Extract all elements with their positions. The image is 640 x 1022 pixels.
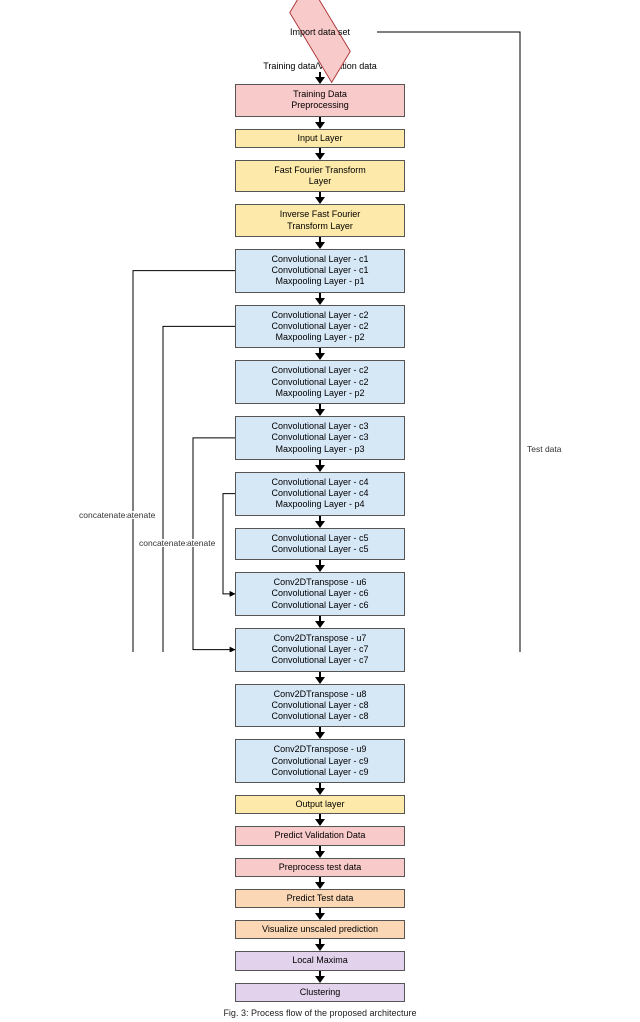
block-line: Convolutional Layer - c8 xyxy=(242,700,398,711)
block-line: Convolutional Layer - c7 xyxy=(242,655,398,666)
arrow-down-icon xyxy=(314,971,326,983)
arrow-down-icon xyxy=(314,237,326,249)
block-line: Conv2DTranspose - u6 xyxy=(242,577,398,588)
block-line: Convolutional Layer - c8 xyxy=(242,711,398,722)
arrow-down-icon xyxy=(314,348,326,360)
block-line: Convolutional Layer - c3 xyxy=(242,432,398,443)
block-pretest: Preprocess test data xyxy=(235,858,405,877)
arrow-down-icon xyxy=(314,148,326,160)
block-c2b: Convolutional Layer - c2Convolutional La… xyxy=(235,360,405,404)
import-label: Import data set xyxy=(290,27,350,37)
arrow-down-icon xyxy=(314,814,326,826)
block-line: Convolutional Layer - c7 xyxy=(242,644,398,655)
arrow-down-icon xyxy=(314,293,326,305)
block-c1: Convolutional Layer - c1Convolutional La… xyxy=(235,249,405,293)
block-line: Convolutional Layer - c2 xyxy=(242,365,398,376)
block-c5: Convolutional Layer - c5Convolutional La… xyxy=(235,528,405,561)
block-line: Conv2DTranspose - u7 xyxy=(242,633,398,644)
block-u9: Conv2DTranspose - u9Convolutional Layer … xyxy=(235,739,405,783)
block-cluster: Clustering xyxy=(235,983,405,1002)
block-line: Local Maxima xyxy=(244,955,396,966)
block-line: Maxpooling Layer - p3 xyxy=(242,444,398,455)
block-line: Maxpooling Layer - p1 xyxy=(242,276,398,287)
block-line: Clustering xyxy=(244,987,396,998)
block-ifft: Inverse Fast FourierTransform Layer xyxy=(235,204,405,237)
block-line: Preprocessing xyxy=(242,100,398,111)
block-preproc: Training DataPreprocessing xyxy=(235,84,405,117)
block-line: Training Data xyxy=(242,89,398,100)
block-maxima: Local Maxima xyxy=(235,951,405,970)
block-input: Input Layer xyxy=(235,129,405,148)
block-line: Convolutional Layer - c2 xyxy=(242,321,398,332)
block-line: Convolutional Layer - c1 xyxy=(242,265,398,276)
block-line: Convolutional Layer - c6 xyxy=(242,600,398,611)
block-line: Maxpooling Layer - p2 xyxy=(242,332,398,343)
arrow-down-icon xyxy=(314,117,326,129)
figure-caption: Fig. 3: Process flow of the proposed arc… xyxy=(223,1008,416,1018)
block-line: Convolutional Layer - c5 xyxy=(242,544,398,555)
test-data-label: Test data xyxy=(526,445,563,454)
block-line: Convolutional Layer - c9 xyxy=(242,767,398,778)
concatenate-label: concatenate xyxy=(78,511,126,520)
block-line: Fast Fourier Transform xyxy=(242,165,398,176)
block-line: Input Layer xyxy=(244,133,396,144)
block-line: Convolutional Layer - c4 xyxy=(242,477,398,488)
block-u6: Conv2DTranspose - u6Convolutional Layer … xyxy=(235,572,405,616)
block-line: Inverse Fast Fourier xyxy=(242,209,398,220)
block-line: Maxpooling Layer - p4 xyxy=(242,499,398,510)
arrow-down-icon xyxy=(314,783,326,795)
block-predval: Predict Validation Data xyxy=(235,826,405,845)
arrow-down-icon xyxy=(314,846,326,858)
concatenate-label: concatenate xyxy=(138,539,186,548)
block-c4: Convolutional Layer - c4Convolutional La… xyxy=(235,472,405,516)
block-line: Conv2DTranspose - u8 xyxy=(242,689,398,700)
block-line: Visualize unscaled prediction xyxy=(244,924,396,935)
arrow-down-icon xyxy=(314,939,326,951)
block-output: Output layer xyxy=(235,795,405,814)
arrow-down-icon xyxy=(314,460,326,472)
block-line: Convolutional Layer - c9 xyxy=(242,756,398,767)
block-u7: Conv2DTranspose - u7Convolutional Layer … xyxy=(235,628,405,672)
block-line: Convolutional Layer - c6 xyxy=(242,588,398,599)
arrow-down-icon xyxy=(314,672,326,684)
arrow-down-icon xyxy=(314,192,326,204)
blocks-root: Training DataPreprocessing Input Layer Fas… xyxy=(235,84,405,1002)
block-line: Predict Test data xyxy=(244,893,396,904)
block-line: Convolutional Layer - c2 xyxy=(242,310,398,321)
block-line: Maxpooling Layer - p2 xyxy=(242,388,398,399)
arrow-down-icon xyxy=(314,404,326,416)
block-line: Predict Validation Data xyxy=(244,830,396,841)
block-line: Transform Layer xyxy=(242,221,398,232)
arrow-down-icon xyxy=(314,516,326,528)
block-line: Convolutional Layer - c5 xyxy=(242,533,398,544)
block-line: Convolutional Layer - c1 xyxy=(242,254,398,265)
arrow-down-icon xyxy=(314,560,326,572)
arrow-down-icon xyxy=(314,727,326,739)
block-line: Output layer xyxy=(244,799,396,810)
block-line: Convolutional Layer - c4 xyxy=(242,488,398,499)
block-fft: Fast Fourier TransformLayer xyxy=(235,160,405,193)
import-diamond: Import data set xyxy=(265,6,375,58)
block-line: Preprocess test data xyxy=(244,862,396,873)
arrow-down-icon xyxy=(314,908,326,920)
block-line: Layer xyxy=(242,176,398,187)
block-line: Convolutional Layer - c3 xyxy=(242,421,398,432)
block-line: Conv2DTranspose - u9 xyxy=(242,744,398,755)
arrow-down-icon xyxy=(314,616,326,628)
block-predtest: Predict Test data xyxy=(235,889,405,908)
block-viz: Visualize unscaled prediction xyxy=(235,920,405,939)
block-c2a: Convolutional Layer - c2Convolutional La… xyxy=(235,305,405,349)
block-c3: Convolutional Layer - c3Convolutional La… xyxy=(235,416,405,460)
arrow-down-icon xyxy=(314,877,326,889)
block-line: Convolutional Layer - c2 xyxy=(242,377,398,388)
block-u8: Conv2DTranspose - u8Convolutional Layer … xyxy=(235,684,405,728)
arrow-down-icon xyxy=(314,72,326,84)
